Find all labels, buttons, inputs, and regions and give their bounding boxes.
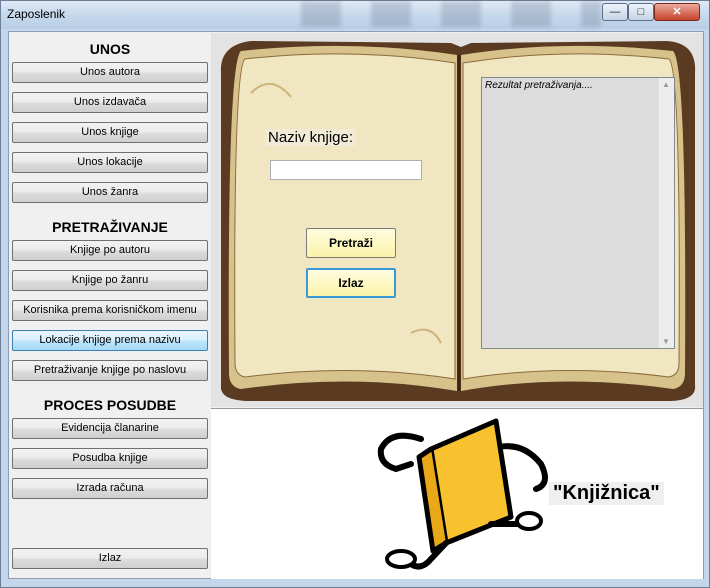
unos-knjige-button[interactable]: Unos knjige [12, 122, 208, 143]
lokacije-knjige-button[interactable]: Lokacije knjige prema nazivu [12, 330, 208, 351]
section-heading-pretrazivanje: PRETRAŽIVANJE [52, 219, 168, 235]
search-button[interactable]: Pretraži [306, 228, 396, 258]
knjige-po-zanru-button[interactable]: Knjige po žanru [12, 270, 208, 291]
unos-autora-button[interactable]: Unos autora [12, 62, 208, 83]
unos-lokacije-button[interactable]: Unos lokacije [12, 152, 208, 173]
evidencija-clanarine-button[interactable]: Evidencija članarine [12, 418, 208, 439]
unos-izdavaca-button[interactable]: Unos izdavača [12, 92, 208, 113]
results-scrollbar[interactable]: ▲ ▼ [658, 78, 674, 348]
izrada-racuna-button[interactable]: Izrada računa [12, 478, 208, 499]
brand-label: "Knjižnica" [549, 482, 664, 505]
korisnika-po-imenu-button[interactable]: Korisnika prema korisničkom imenu [12, 300, 208, 321]
scroll-down-arrow-icon[interactable]: ▼ [662, 337, 670, 346]
sidebar-menu: UNOS Unos autora Unos izdavača Unos knji… [10, 33, 210, 577]
close-button[interactable]: ✕ [654, 3, 700, 21]
book-title-input[interactable] [270, 160, 422, 180]
section-heading-posudba: PROCES POSUDBE [43, 397, 177, 413]
sidebar-exit-button[interactable]: Izlaz [12, 548, 208, 569]
scroll-up-arrow-icon[interactable]: ▲ [662, 80, 670, 89]
search-results-text: Rezultat pretraživanja.... [485, 80, 593, 91]
knjige-po-autoru-button[interactable]: Knjige po autoru [12, 240, 208, 261]
title-bar[interactable]: Zaposlenik — □ ✕ [1, 1, 709, 29]
book-panel: Naziv knjige: Pretraži Izlaz Rezultat pr… [211, 33, 703, 407]
pretrazivanje-po-naslovu-button[interactable]: Pretraživanje knjige po naslovu [12, 360, 208, 381]
unos-zanra-button[interactable]: Unos žanra [12, 182, 208, 203]
book-title-label: Naziv knjige: [265, 129, 357, 146]
app-window: Zaposlenik — □ ✕ UNOS Unos autora Unos i… [0, 0, 710, 588]
title-bar-background [301, 1, 601, 27]
exit-button[interactable]: Izlaz [306, 268, 396, 298]
search-results-box[interactable]: Rezultat pretraživanja.... ▲ ▼ [481, 77, 675, 349]
branding-panel: "Knjižnica" [211, 408, 703, 579]
window-title: Zaposlenik [7, 7, 66, 21]
client-area: UNOS Unos autora Unos izdavača Unos knji… [8, 31, 704, 579]
section-heading-unos: UNOS [89, 41, 131, 57]
maximize-button[interactable]: □ [628, 3, 654, 21]
minimize-button[interactable]: — [602, 3, 628, 21]
posudba-knjige-button[interactable]: Posudba knjige [12, 448, 208, 469]
